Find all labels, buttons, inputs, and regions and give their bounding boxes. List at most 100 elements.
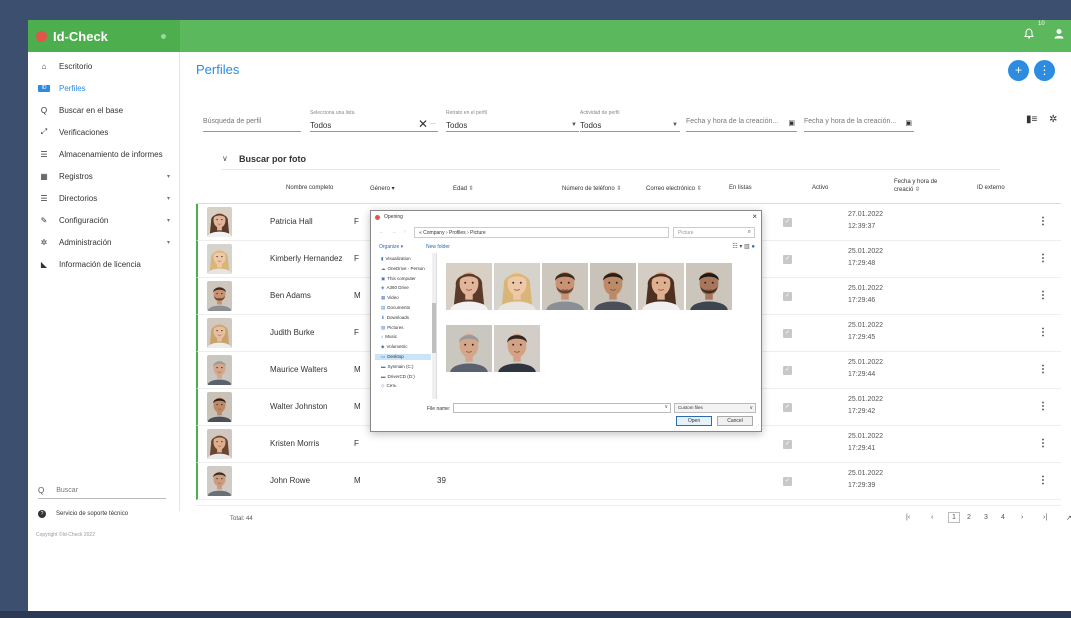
sidebar-search[interactable]: Q Buscar [38,483,166,499]
col-lists[interactable]: En listas [729,185,752,191]
image-thumbnail[interactable] [686,263,732,310]
sidebar-item-7[interactable]: ✎ Configuración ▾ [28,210,180,230]
brand[interactable]: Id-Check [28,20,180,52]
sidebar-item-5[interactable]: ▦ Registros ▾ [28,166,180,186]
row-menu-icon[interactable]: ⋮ [1038,475,1048,486]
image-thumbnail[interactable] [494,325,540,372]
column-filter-icon[interactable]: ▮≡ [1026,114,1037,125]
col-created[interactable]: Fecha y hora de creació ⇳ [894,178,937,194]
user-icon[interactable] [1054,28,1064,42]
nav-item[interactable]: ◇ Сеть [381,383,396,389]
new-folder-button[interactable]: New folder [426,244,450,250]
open-button[interactable]: Open [676,416,712,426]
date-from-input[interactable]: Fecha y hora de la creación... ▣ [686,110,797,132]
image-thumbnail[interactable] [494,263,540,310]
gear-icon[interactable]: ✲ [1049,114,1057,125]
organize-button[interactable]: Organize ▾ [379,244,403,250]
page-1[interactable]: 2 [967,514,971,521]
nav-scroll-thumb[interactable] [432,303,436,353]
sidebar-item-1[interactable]: ID Perfiles [28,78,180,98]
nav-item[interactable]: ◆ Volumetric [381,344,407,350]
col-external-id[interactable]: ID externo [977,185,1005,191]
nav-arrows[interactable]: ← → ↑ [379,229,409,235]
next-page-icon[interactable]: › [1021,514,1023,521]
nav-item[interactable]: ▬ DriverCD (D:) [381,374,415,379]
image-thumbnail[interactable] [638,263,684,310]
sidebar-item-4[interactable]: ☰ Almacenamiento de informes [28,144,180,164]
col-gender[interactable]: Género ▾ [370,185,395,192]
nav-item[interactable]: ▭ Desktop [375,354,431,360]
col-name[interactable]: Nombre completo [286,185,333,191]
file-name-input[interactable]: ∨ [453,403,671,413]
dialog-search-input[interactable]: Picture ⌕ [673,227,755,238]
date-to-input[interactable]: Fecha y hora de la creación... ▣ [804,110,914,132]
close-icon[interactable]: × [752,212,757,221]
row-menu-icon[interactable]: ⋮ [1038,438,1048,449]
nav-item[interactable]: ☁ OneDrive - Person [381,266,425,272]
first-page-icon[interactable]: |‹ [906,514,910,521]
col-phone[interactable]: Número de teléfono ⇳ [562,185,621,192]
nav-item[interactable]: ▤ Documents [381,305,410,311]
sidebar-item-8[interactable]: ✲ Administración ▾ [28,232,180,252]
nav-item[interactable]: ▮ Visualization [381,256,411,262]
calendar-icon[interactable]: ▣ [905,119,912,127]
row-menu-icon[interactable]: ⋮ [1038,364,1048,375]
nav-item[interactable]: ▬ Sysmain (C:) [381,364,414,369]
col-email[interactable]: Correo electrónico ⇳ [646,185,702,192]
row-menu-icon[interactable]: ⋮ [1038,290,1048,301]
resize-grip-icon[interactable]: ⋰ [754,424,759,430]
activity-select[interactable]: Actividad de perfil Todos ▼ [580,110,680,132]
ellipsis-icon[interactable]: ... [430,119,436,126]
last-page-icon[interactable]: ›| [1043,514,1047,521]
address-bar[interactable]: « Company › Profiles › Picture [414,227,669,238]
nav-pane: ▮ Visualization ☁ OneDrive - Person ▣ This co… [375,253,437,399]
row-menu-icon[interactable]: ⋮ [1038,216,1048,227]
list-select[interactable]: Selecciona una lista Todos ✕ ... [310,110,438,132]
dropdown-arrow-icon[interactable]: ∨ [664,404,668,410]
nav-item[interactable]: ◈ A360 Drive [381,285,409,291]
table-row[interactable]: John Rowe M 39 ✓ 25.01.2022 17:29:39 ⋮ [196,463,1061,500]
sidebar-item-3[interactable]: ⤢ Verificaciones [28,122,180,142]
support-link[interactable]: ? Servicio de soporte técnico [38,510,128,518]
view-options-icon[interactable]: ☷ ▾ ▥ ● [732,243,755,250]
image-thumbnail[interactable] [542,263,588,310]
add-profile-button[interactable]: + [1008,60,1029,81]
bell-icon[interactable] [1024,28,1034,42]
chevron-down-icon[interactable]: ∨ [222,154,228,163]
page-jump-icon[interactable]: ↗ [1066,514,1071,522]
clear-icon[interactable]: ✕ [418,117,428,131]
portrait-select[interactable]: Retrato en el perfil Todos ▼ [446,110,579,132]
sidebar-item-2[interactable]: Q Buscar en el base [28,100,180,120]
organize-label: Organize [379,244,400,250]
row-menu-icon[interactable]: ⋮ [1038,253,1048,264]
nav-item[interactable]: ▨ Pictures [381,325,404,331]
sidebar-item-label: Perfiles [59,83,86,93]
photo-search-toggle[interactable]: Buscar por foto [239,154,306,164]
image-thumbnail[interactable] [590,263,636,310]
page-0[interactable]: 1 [948,512,960,523]
sidebar-item-0[interactable]: ⌂ Escritorio [28,56,180,76]
sidebar-item-9[interactable]: ◣ Información de licencia [28,254,180,274]
sidebar-search-placeholder: Buscar [56,487,79,494]
nav-item[interactable]: ▦ Video [381,295,399,301]
col-age[interactable]: Edad ⇳ [453,185,474,192]
row-menu-icon[interactable]: ⋮ [1038,327,1048,338]
prev-page-icon[interactable]: ‹ [931,514,933,521]
row-menu-icon[interactable]: ⋮ [1038,401,1048,412]
active-checkbox: ✓ [783,403,792,412]
nav-item[interactable]: ♪ Music [381,334,397,339]
profile-search-input[interactable]: Búsqueda de perfil [203,110,301,132]
nav-item[interactable]: ⬇ Downloads [381,315,409,321]
nav-item[interactable]: ▣ This computer [381,276,416,282]
cancel-button[interactable]: Cancel [717,416,753,426]
file-type-select[interactable]: Custom files ∨ [674,403,756,413]
sidebar-item-6[interactable]: ☰ Directorios ▾ [28,188,180,208]
image-thumbnail[interactable] [446,263,492,310]
more-actions-button[interactable]: ⋮ [1034,60,1055,81]
image-thumbnail[interactable] [446,325,492,372]
page-3[interactable]: 4 [1001,514,1005,521]
calendar-icon[interactable]: ▣ [788,119,795,127]
col-active[interactable]: Activo [812,185,828,191]
sidebar-toggle-dot[interactable] [161,34,166,39]
page-2[interactable]: 3 [984,514,988,521]
